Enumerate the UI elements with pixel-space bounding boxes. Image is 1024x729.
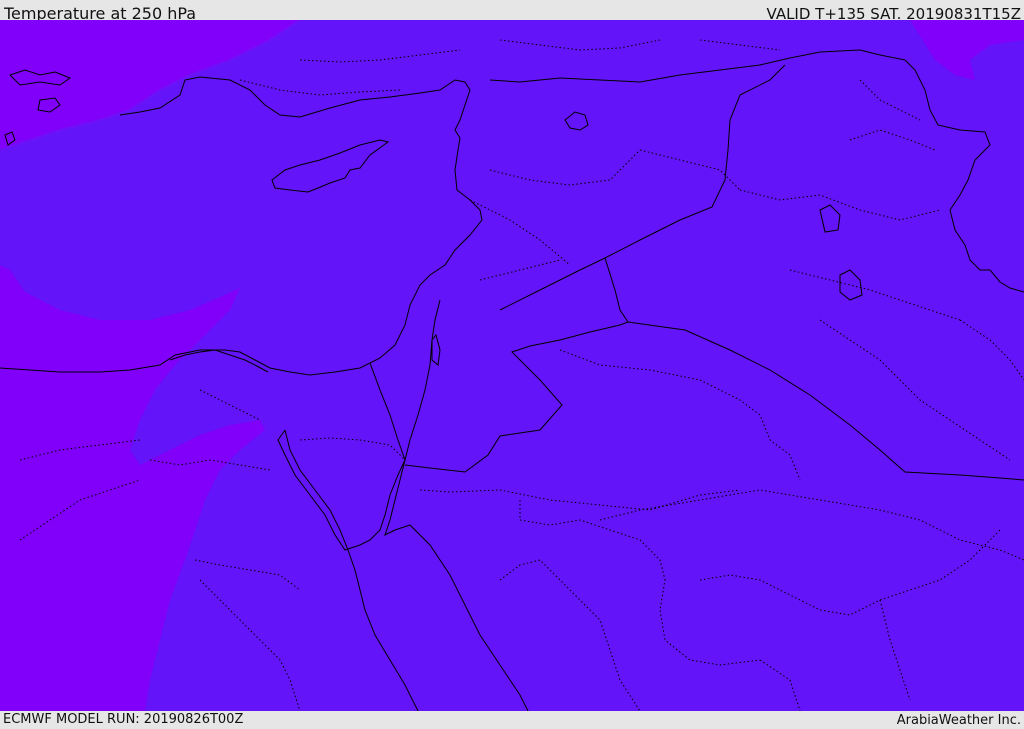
model-run-label: ECMWF MODEL RUN: 20190826T00Z [3,712,244,727]
header-bar: Temperature at 250 hPa VALID T+135 SAT. … [0,0,1024,23]
map-canvas[interactable] [0,20,1024,711]
footer-bar: ECMWF MODEL RUN: 20190826T00Z ArabiaWeat… [0,711,1024,729]
provider-label: ArabiaWeather Inc. [896,713,1021,728]
map-svg [0,20,1024,711]
